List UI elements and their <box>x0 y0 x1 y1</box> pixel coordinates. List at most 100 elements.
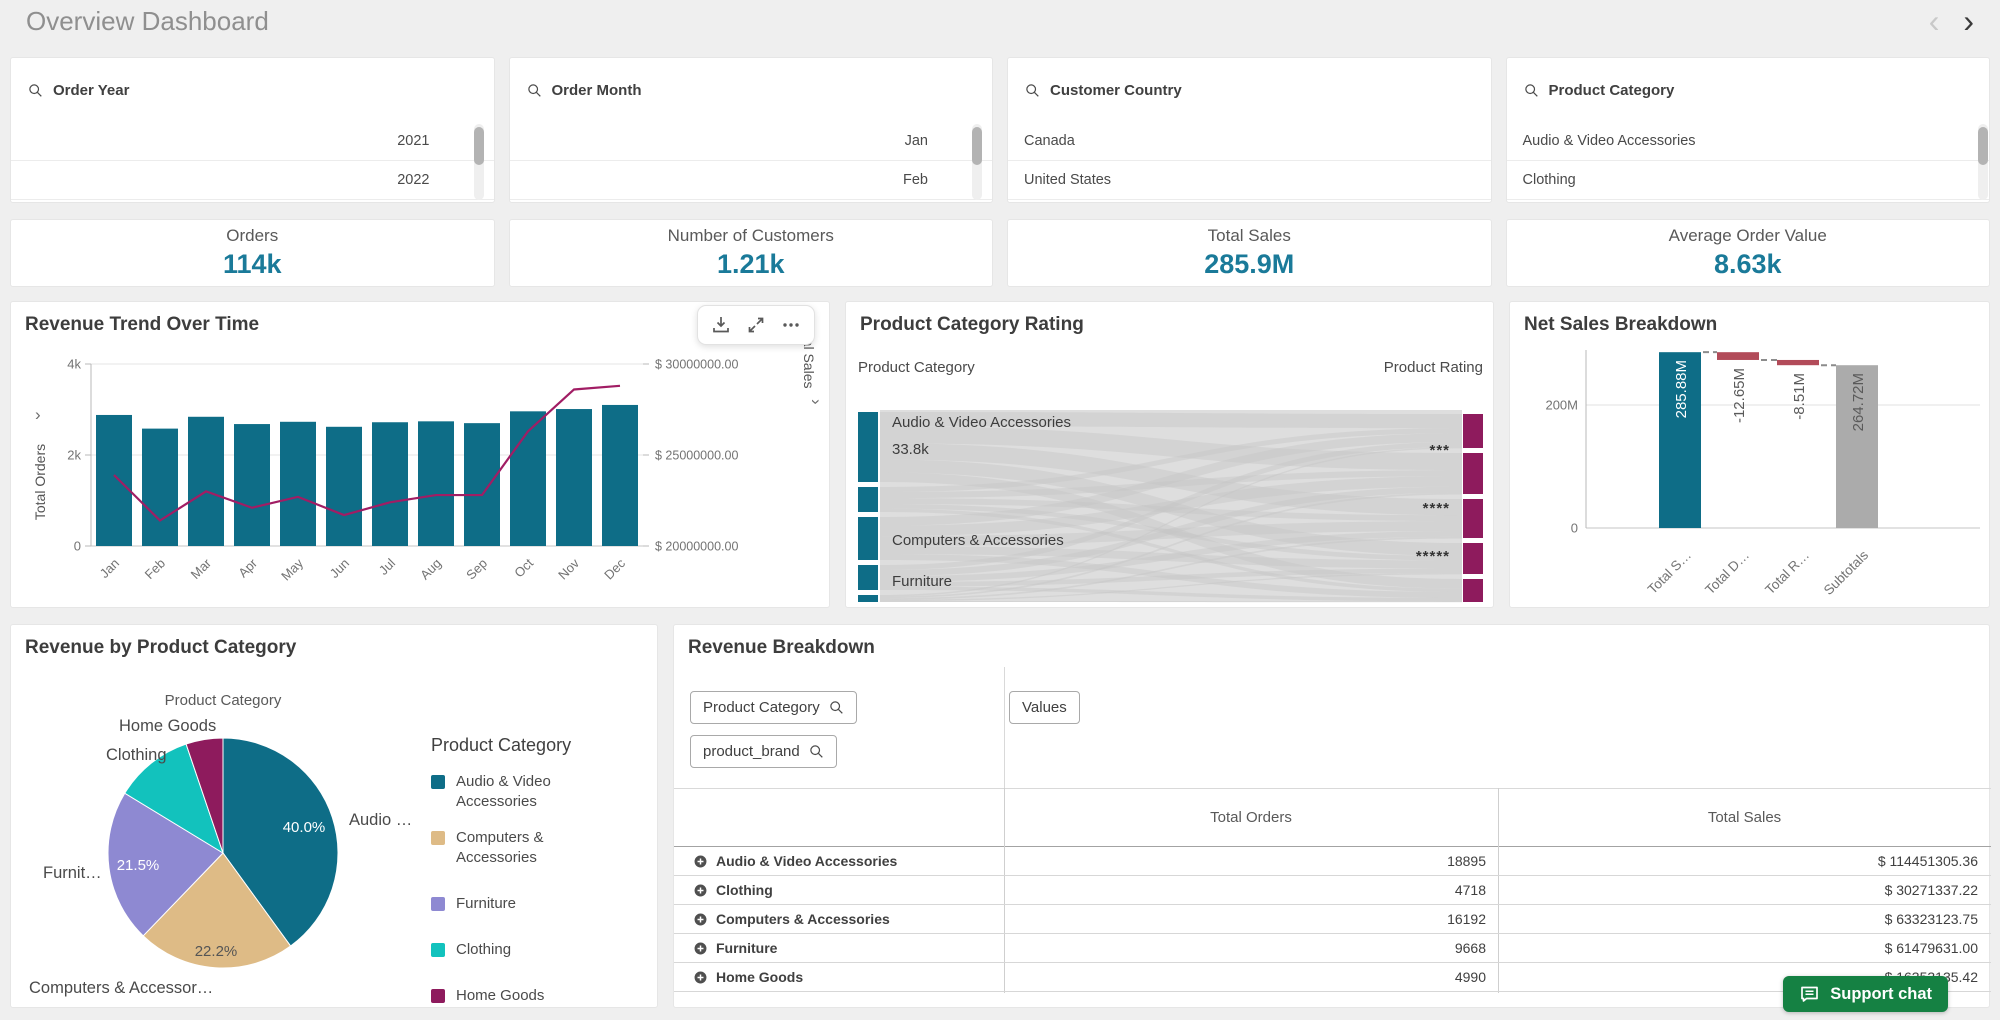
x-axis-label[interactable]: Sep <box>463 556 490 583</box>
filter-value[interactable]: 2021 <box>11 122 494 161</box>
axis-collapse-chevron-icon[interactable]: › <box>35 405 41 424</box>
panel-revenue-breakdown: Revenue Breakdown Product Categoryproduc… <box>673 624 1990 1008</box>
scrollbar[interactable] <box>474 124 484 200</box>
filter-value[interactable]: United States <box>1008 161 1491 200</box>
x-axis-label[interactable]: Jul <box>376 555 398 577</box>
sankey-right-node[interactable] <box>1463 414 1483 448</box>
filter-value[interactable]: Clothing <box>1507 161 1990 200</box>
pivot-chip[interactable]: Values <box>1009 691 1080 724</box>
x-axis-label[interactable]: Total R… <box>1762 548 1812 598</box>
scrollbar-thumb[interactable] <box>1978 127 1988 165</box>
filterbox-header[interactable]: Customer Country <box>1008 58 1491 122</box>
bar-Jan[interactable] <box>96 415 132 546</box>
row-label-cell[interactable]: Furniture <box>674 934 1004 962</box>
legend-item-audio-video-accessories[interactable]: Audio & Video Accessories <box>431 772 643 812</box>
download-icon[interactable] <box>709 313 733 337</box>
scrollbar[interactable] <box>1978 124 1988 200</box>
filter-value[interactable]: Canada <box>1008 122 1491 161</box>
filter-value[interactable]: 2022 <box>11 161 494 200</box>
x-axis-label[interactable]: Aug <box>417 556 444 583</box>
filterbox-order-year: Order Year20212022 <box>10 57 495 203</box>
bar-Aug[interactable] <box>418 421 454 546</box>
bar-Apr[interactable] <box>234 424 270 546</box>
scrollbar-thumb[interactable] <box>474 127 484 165</box>
filterbox-header[interactable]: Order Year <box>11 58 494 122</box>
revenue-trend-chart[interactable]: 4k$ 30000000.002k$ 25000000.000$ 2000000… <box>11 302 831 609</box>
sankey-left-node[interactable] <box>858 517 878 560</box>
expand-icon[interactable] <box>744 313 768 337</box>
pivot-chip[interactable]: product_brand <box>690 735 837 768</box>
filterbox-header[interactable]: Product Category <box>1507 58 1990 122</box>
chevron-left-icon[interactable]: ‹ <box>1929 5 1940 37</box>
filter-value[interactable]: Feb <box>510 161 993 200</box>
axis-collapse-chevron-icon[interactable]: › <box>807 399 826 405</box>
x-axis-label[interactable]: Subtotals <box>1821 547 1872 598</box>
x-axis-label[interactable]: Dec <box>601 555 628 582</box>
column-header[interactable]: Total Orders <box>1004 789 1498 846</box>
orders-cell: 18895 <box>1004 847 1498 875</box>
x-axis-label[interactable]: Total D… <box>1702 548 1752 598</box>
bar-Jun[interactable] <box>326 427 362 546</box>
expand-plus-icon[interactable] <box>694 971 707 984</box>
sankey-right-node[interactable] <box>1463 499 1483 538</box>
bar-Sep[interactable] <box>464 423 500 546</box>
category-rating-sankey[interactable]: Product CategoryProduct RatingAudio & Vi… <box>846 302 1495 609</box>
x-axis-label[interactable]: Total S… <box>1645 548 1694 597</box>
bar-Feb[interactable] <box>142 429 178 546</box>
bar-May[interactable] <box>280 422 316 546</box>
row-label-cell[interactable]: Home Goods <box>674 963 1004 991</box>
sankey-node-label: Audio & Video Accessories <box>892 414 1071 431</box>
kpi-value: 1.21k <box>717 249 785 280</box>
bar-Nov[interactable] <box>556 409 592 546</box>
pie-outside-label: Furnit… <box>43 864 102 882</box>
waterfall-bar-3[interactable] <box>1777 360 1819 365</box>
row-label-cell[interactable]: Clothing <box>674 876 1004 904</box>
sankey-left-node[interactable] <box>858 595 878 602</box>
x-axis-label[interactable]: May <box>278 555 306 583</box>
row-label-cell[interactable]: Computers & Accessories <box>674 905 1004 933</box>
pivot-chip-label: product_brand <box>703 743 800 760</box>
column-header[interactable]: Total Sales <box>1498 789 1991 846</box>
expand-plus-icon[interactable] <box>694 942 707 955</box>
support-chat-button[interactable]: Support chat <box>1783 976 1948 1012</box>
pie-outside-label: Home Goods <box>119 717 216 735</box>
panel-title: Product Category Rating <box>860 314 1084 336</box>
x-axis-label[interactable]: Mar <box>188 555 215 582</box>
chevron-right-icon[interactable]: › <box>1963 5 1974 37</box>
bar-Dec[interactable] <box>602 405 638 546</box>
x-axis-label[interactable]: Jan <box>97 556 122 581</box>
legend-item-clothing[interactable]: Clothing <box>431 940 643 960</box>
sankey-right-node[interactable] <box>1463 543 1483 574</box>
filter-value[interactable]: Audio & Video Accessories <box>1507 122 1990 161</box>
x-axis-label[interactable]: Feb <box>142 556 168 582</box>
search-icon <box>809 744 824 759</box>
filterbox-header[interactable]: Order Month <box>510 58 993 122</box>
x-axis-label[interactable]: Nov <box>555 555 582 582</box>
legend-swatch <box>431 775 445 789</box>
filter-value[interactable]: Jan <box>510 122 993 161</box>
bar-Mar[interactable] <box>188 417 224 546</box>
sankey-left-node[interactable] <box>858 565 878 590</box>
pivot-chip[interactable]: Product Category <box>690 691 857 724</box>
scrollbar[interactable] <box>972 124 982 200</box>
legend-item-home-goods[interactable]: Home Goods <box>431 986 643 1006</box>
scrollbar-thumb[interactable] <box>972 127 982 165</box>
x-axis-label[interactable]: Apr <box>235 555 260 580</box>
filterbox-title: Customer Country <box>1050 82 1182 99</box>
net-sales-waterfall[interactable]: 200M0285.88M-12.65M-8.51M264.72MTotal S…… <box>1510 302 1991 609</box>
row-label-cell[interactable]: Audio & Video Accessories <box>674 847 1004 875</box>
expand-plus-icon[interactable] <box>694 884 707 897</box>
legend-item-computers-accessories[interactable]: Computers & Accessories <box>431 828 643 868</box>
bar-Jul[interactable] <box>372 422 408 546</box>
x-axis-label[interactable]: Jun <box>327 556 352 581</box>
more-options-icon[interactable] <box>779 313 803 337</box>
sankey-right-node[interactable] <box>1463 453 1483 494</box>
x-axis-label[interactable]: Oct <box>511 555 536 580</box>
sankey-left-node[interactable] <box>858 487 878 512</box>
legend-item-furniture[interactable]: Furniture <box>431 894 643 914</box>
sankey-right-node[interactable] <box>1463 579 1483 602</box>
sankey-left-node[interactable] <box>858 412 878 482</box>
expand-plus-icon[interactable] <box>694 913 707 926</box>
waterfall-bar-2[interactable] <box>1717 352 1759 360</box>
expand-plus-icon[interactable] <box>694 855 707 868</box>
